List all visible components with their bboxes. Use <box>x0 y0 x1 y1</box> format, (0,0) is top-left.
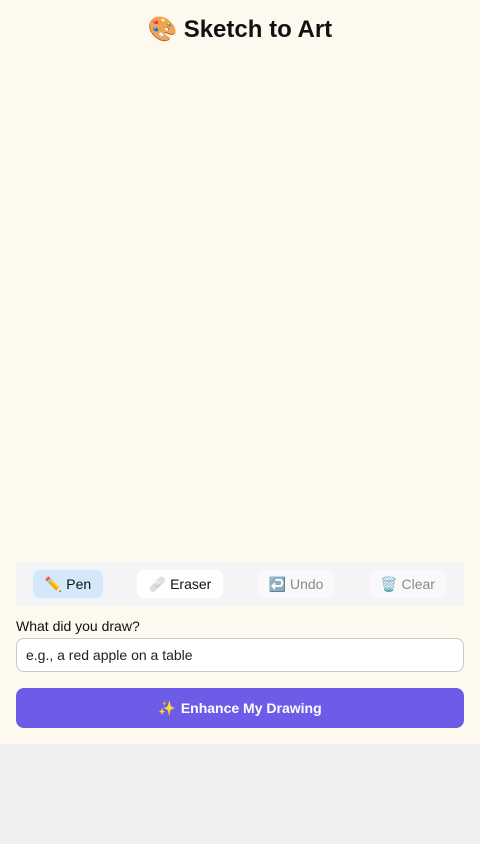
pen-button[interactable]: ✏️ Pen <box>33 570 103 598</box>
clear-button-label: Clear <box>401 576 435 592</box>
page-title-text: Sketch to Art <box>183 16 333 43</box>
undo-button-label: Undo <box>289 576 324 592</box>
undo-button[interactable]: ↩️ Undo <box>257 570 335 598</box>
app-container: 🎨 Sketch to Art ✏️ Pen 🩹 Eraser ↩️ Undo 🗑… <box>0 0 480 744</box>
sparkles-icon: ✨ <box>158 699 176 716</box>
drawing-toolbar: ✏️ Pen 🩹 Eraser ↩️ Undo 🗑️ Clear <box>16 562 464 606</box>
page-title: 🎨 Sketch to Art <box>0 12 480 48</box>
drawing-description-input[interactable] <box>16 638 464 672</box>
palette-icon: 🎨 <box>147 16 178 43</box>
trash-icon: 🗑️ <box>380 575 398 592</box>
pencil-icon: ✏️ <box>44 575 63 592</box>
eraser-icon: 🩹 <box>148 575 167 592</box>
prompt-label: What did you draw? <box>16 618 140 634</box>
pen-button-label: Pen <box>66 576 92 592</box>
drawing-canvas[interactable] <box>16 60 464 556</box>
enhance-drawing-button[interactable]: ✨ Enhance My Drawing <box>16 688 464 728</box>
undo-icon: ↩️ <box>268 575 286 592</box>
enhance-button-label: Enhance My Drawing <box>180 700 322 716</box>
eraser-button[interactable]: 🩹 Eraser <box>137 570 223 598</box>
clear-button[interactable]: 🗑️ Clear <box>369 570 446 598</box>
eraser-button-label: Eraser <box>170 576 212 592</box>
